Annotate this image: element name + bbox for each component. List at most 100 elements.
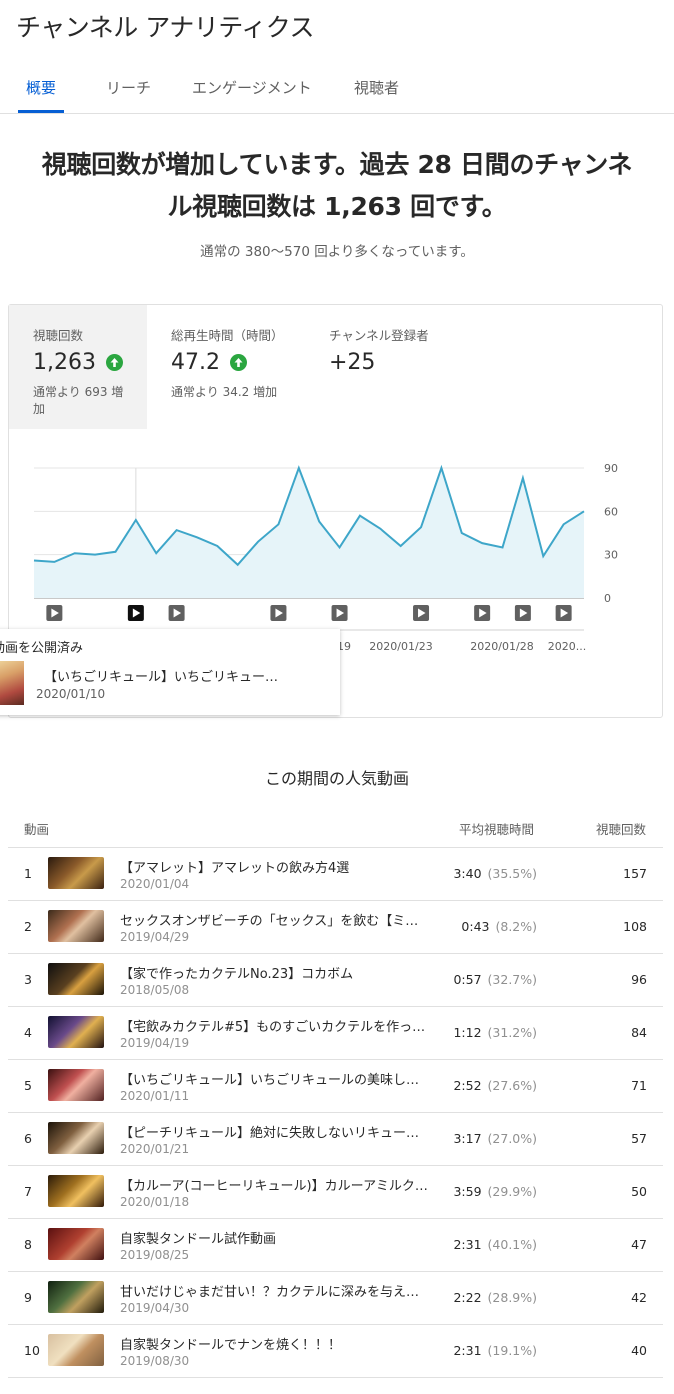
avg-duration-percent: (31.2%) bbox=[487, 1025, 537, 1040]
x-tick-label: 2020/01/23 bbox=[369, 640, 432, 653]
video-thumbnail[interactable] bbox=[48, 1228, 104, 1260]
avg-duration-time: 2:31 bbox=[453, 1343, 482, 1358]
row-views: 157 bbox=[623, 866, 647, 881]
table-row[interactable]: 6 【ピーチリキュール】絶対に失敗しないリキュー… 2020/01/21 3:17 (2… bbox=[8, 1113, 663, 1166]
avg-duration-time: 2:22 bbox=[453, 1290, 482, 1305]
data-point bbox=[215, 544, 219, 548]
metric-note: 通常より 34.2 増加 bbox=[171, 384, 305, 401]
table-row[interactable]: 8 自家製タンドール試作動画 2019/08/25 2:31 (40.1%) 47 bbox=[8, 1219, 663, 1272]
tooltip-video-date: 2020/01/10 bbox=[36, 687, 106, 701]
video-marker-icon[interactable] bbox=[270, 605, 287, 621]
data-point bbox=[419, 525, 423, 529]
table-row[interactable]: 1 【アマレット】アマレットの飲み方4選 2020/01/04 3:40 (35.5%)… bbox=[8, 848, 663, 901]
avg-duration: 0:57 (32.7%) bbox=[453, 972, 537, 987]
video-title[interactable]: 甘いだけじゃまだ甘い！？カクテルに深みを与え… bbox=[120, 1281, 419, 1300]
avg-duration: 3:40 (35.5%) bbox=[453, 866, 537, 881]
row-rank: 10 bbox=[24, 1343, 40, 1358]
video-thumbnail[interactable] bbox=[48, 1281, 104, 1313]
table-row[interactable]: 10 自家製タンドールでナンを焼く！！！ 2019/08/30 2:31 (19.1%)… bbox=[8, 1325, 663, 1378]
data-point bbox=[195, 535, 199, 539]
avg-duration-time: 0:57 bbox=[453, 972, 482, 987]
x-tick-label: 2020/01/28 bbox=[470, 640, 533, 653]
avg-duration-time: 0:43 bbox=[461, 919, 490, 934]
video-thumbnail[interactable] bbox=[48, 1016, 104, 1048]
video-marker-icon[interactable] bbox=[127, 605, 144, 621]
video-date: 2019/08/25 bbox=[120, 1248, 190, 1262]
video-thumbnail[interactable] bbox=[48, 1175, 104, 1207]
data-point bbox=[134, 518, 138, 522]
metric-value-text: 1,263 bbox=[33, 350, 96, 375]
row-views: 47 bbox=[631, 1237, 647, 1252]
video-title[interactable]: 【宅飲みカクテル#5】ものすごいカクテルを作っ… bbox=[120, 1016, 425, 1035]
data-point bbox=[582, 509, 586, 513]
video-published-tooltip: 動画を公開済み 【いちごリキュール】いちごリキュー… 2020/01/10 bbox=[0, 629, 340, 715]
video-marker-icon[interactable] bbox=[46, 605, 63, 621]
video-thumbnail[interactable] bbox=[48, 857, 104, 889]
data-point bbox=[501, 545, 505, 549]
tab-overview[interactable]: 概要 bbox=[17, 66, 65, 113]
video-title[interactable]: 【アマレット】アマレットの飲み方4選 bbox=[120, 857, 349, 876]
tab-audience[interactable]: 視聴者 bbox=[354, 66, 399, 113]
row-rank: 8 bbox=[24, 1237, 32, 1252]
video-title[interactable]: 自家製タンドールでナンを焼く！！！ bbox=[120, 1334, 341, 1353]
video-title[interactable]: 【カルーア(コーヒーリキュール)】カルーアミルク… bbox=[120, 1175, 428, 1194]
row-views: 42 bbox=[631, 1290, 647, 1305]
video-marker-icon[interactable] bbox=[331, 605, 348, 621]
metric-value-text: +25 bbox=[329, 350, 376, 375]
video-marker-icon[interactable] bbox=[555, 605, 572, 621]
data-point bbox=[175, 528, 179, 532]
video-title[interactable]: 【いちごリキュール】いちごリキュールの美味し… bbox=[120, 1069, 419, 1088]
video-marker-icon[interactable] bbox=[168, 605, 185, 621]
avg-duration-percent: (28.9%) bbox=[487, 1290, 537, 1305]
views-chart[interactable]: 90 60 30 0 19 2020/01/23 2020/01/28 2020... bbox=[9, 435, 664, 653]
tooltip-thumbnail[interactable] bbox=[0, 661, 24, 705]
video-marker-icon[interactable] bbox=[413, 605, 430, 621]
header-avg-duration[interactable]: 平均視聴時間 bbox=[459, 819, 534, 838]
headline-line2: ル視聴回数は 1,263 回です。 bbox=[167, 192, 507, 221]
header-views[interactable]: 視聴回数 bbox=[596, 819, 646, 838]
video-title[interactable]: 自家製タンドール試作動画 bbox=[120, 1228, 276, 1247]
data-point bbox=[236, 563, 240, 567]
data-point bbox=[32, 558, 36, 562]
avg-duration-percent: (27.0%) bbox=[487, 1131, 537, 1146]
video-marker-icon[interactable] bbox=[514, 605, 531, 621]
row-rank: 7 bbox=[24, 1184, 32, 1199]
video-date: 2019/04/30 bbox=[120, 1301, 190, 1315]
metric-value: +25 bbox=[329, 350, 465, 375]
video-thumbnail[interactable] bbox=[48, 910, 104, 942]
tab-engagement[interactable]: エンゲージメント bbox=[192, 66, 312, 113]
video-title[interactable]: 【ピーチリキュール】絶対に失敗しないリキュー… bbox=[120, 1122, 419, 1141]
video-thumbnail[interactable] bbox=[48, 1334, 104, 1366]
x-tick-label: 2020... bbox=[548, 640, 586, 653]
avg-duration-percent: (35.5%) bbox=[487, 866, 537, 881]
row-rank: 2 bbox=[24, 919, 32, 934]
metric-views[interactable]: 視聴回数 1,263 通常より 693 増 加 bbox=[9, 305, 147, 429]
data-point bbox=[378, 527, 382, 531]
table-row[interactable]: 4 【宅飲みカクテル#5】ものすごいカクテルを作っ… 2019/04/19 1:12 (… bbox=[8, 1007, 663, 1060]
table-row[interactable]: 3 【家で作ったカクテルNo.23】コカボム 2018/05/08 0:57 (32.7… bbox=[8, 954, 663, 1007]
video-marker-icon[interactable] bbox=[474, 605, 491, 621]
data-point bbox=[562, 522, 566, 526]
video-title[interactable]: セックスオンザビーチの「セックス」を飲む【ミ… bbox=[120, 910, 418, 929]
table-row[interactable]: 2 セックスオンザビーチの「セックス」を飲む【ミ… 2019/04/29 0:43 (8… bbox=[8, 901, 663, 954]
table-row[interactable]: 9 甘いだけじゃまだ甘い！？カクテルに深みを与え… 2019/04/30 2:22 (2… bbox=[8, 1272, 663, 1325]
tooltip-video-title[interactable]: 【いちごリキュール】いちごリキュー… bbox=[44, 666, 278, 685]
avg-duration-percent: (32.7%) bbox=[487, 972, 537, 987]
tooltip-header: 動画を公開済み bbox=[0, 641, 84, 656]
video-thumbnail[interactable] bbox=[48, 1069, 104, 1101]
avg-duration-time: 1:12 bbox=[453, 1025, 482, 1040]
video-title[interactable]: 【家で作ったカクテルNo.23】コカボム bbox=[120, 963, 353, 982]
video-thumbnail[interactable] bbox=[48, 963, 104, 995]
row-rank: 3 bbox=[24, 972, 32, 987]
avg-duration-percent: (27.6%) bbox=[487, 1078, 537, 1093]
video-date: 2020/01/18 bbox=[120, 1195, 190, 1209]
metric-watch-time[interactable]: 総再生時間（時間） 47.2 通常より 34.2 増加 bbox=[147, 305, 305, 429]
data-point bbox=[256, 540, 260, 544]
metric-subscribers[interactable]: チャンネル登録者 +25 bbox=[305, 305, 465, 429]
video-thumbnail[interactable] bbox=[48, 1122, 104, 1154]
table-row[interactable]: 5 【いちごリキュール】いちごリキュールの美味し… 2020/01/11 2:52 (2… bbox=[8, 1060, 663, 1113]
tab-reach[interactable]: リーチ bbox=[106, 66, 151, 113]
data-point bbox=[521, 476, 525, 480]
row-rank: 1 bbox=[24, 866, 32, 881]
table-row[interactable]: 7 【カルーア(コーヒーリキュール)】カルーアミルク… 2020/01/18 3:59… bbox=[8, 1166, 663, 1219]
